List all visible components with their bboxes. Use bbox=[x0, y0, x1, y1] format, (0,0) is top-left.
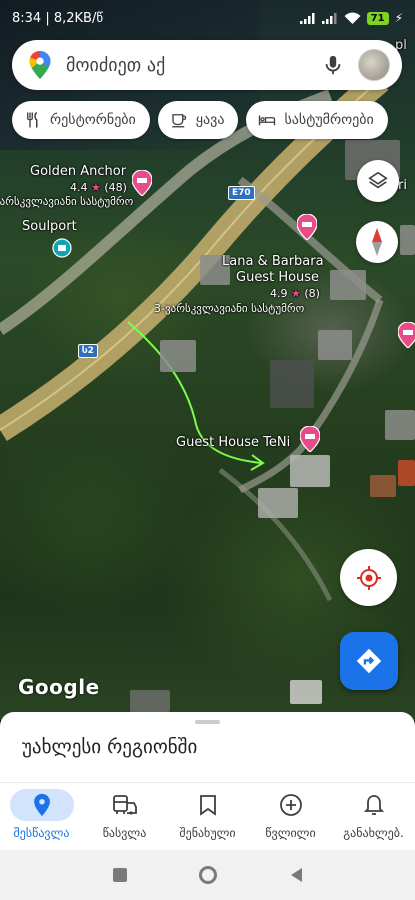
building bbox=[290, 455, 330, 487]
building bbox=[258, 488, 298, 518]
search-placeholder[interactable]: მოიძიეთ აქ bbox=[66, 55, 322, 76]
hotel-pin-icon[interactable] bbox=[300, 426, 320, 452]
place-label-lana-barbara[interactable]: Lana & Barbara bbox=[222, 254, 324, 270]
compass-button[interactable] bbox=[356, 221, 398, 263]
google-logo: Google bbox=[18, 675, 100, 699]
signal-icon bbox=[321, 13, 337, 24]
hotel-pin-icon[interactable] bbox=[132, 170, 152, 196]
coffee-cup-icon bbox=[172, 114, 186, 128]
microphone-icon[interactable] bbox=[322, 54, 344, 76]
nav-saved[interactable]: შენახული bbox=[166, 783, 249, 850]
system-nav-bar bbox=[0, 850, 415, 900]
charging-icon: ⚡ bbox=[394, 11, 403, 25]
my-location-button[interactable] bbox=[340, 549, 397, 606]
chip-label: რესტორნები bbox=[50, 112, 136, 128]
place-name: Golden Anchor bbox=[30, 164, 127, 179]
star-icon: ★ bbox=[291, 287, 301, 300]
building bbox=[330, 270, 366, 300]
place-label-soulport[interactable]: Soulport bbox=[22, 219, 77, 235]
chip-restaurants[interactable]: რესტორნები bbox=[12, 101, 150, 139]
status-separator: | bbox=[45, 10, 54, 26]
chip-label: ყავა bbox=[195, 112, 225, 128]
sheet-title: უახლესი რეგიონში bbox=[22, 736, 198, 758]
nav-icon-wrap bbox=[176, 789, 240, 821]
nav-icon-wrap bbox=[342, 789, 406, 821]
bed-icon bbox=[259, 115, 276, 126]
nav-label: წასვლა bbox=[102, 826, 147, 840]
edge-label: ri bbox=[398, 178, 407, 193]
status-right: 71 ⚡ bbox=[299, 11, 403, 25]
building bbox=[398, 460, 415, 486]
nav-label: განახლებ. bbox=[343, 826, 404, 840]
building bbox=[370, 475, 396, 497]
place-type: 3-ვარსკვლავიანი სასტუმრო bbox=[154, 302, 305, 315]
bookmark-icon bbox=[199, 795, 216, 816]
home-button[interactable] bbox=[198, 866, 217, 884]
search-bar[interactable]: მოიძიეთ აქ bbox=[12, 40, 402, 90]
building bbox=[160, 340, 196, 372]
hotel-pin-icon[interactable] bbox=[297, 214, 317, 240]
add-circle-icon bbox=[279, 794, 302, 816]
rating-value: 4.4 bbox=[70, 181, 88, 194]
road-shield-s2: Ⴑ2 bbox=[78, 344, 98, 358]
directions-button[interactable] bbox=[340, 632, 398, 690]
road-shield-e70: E70 bbox=[228, 186, 255, 200]
bell-icon bbox=[363, 795, 384, 815]
place-name-line2: Guest House bbox=[236, 270, 320, 285]
poi-pin-icon[interactable] bbox=[52, 238, 72, 260]
building bbox=[400, 225, 415, 255]
building bbox=[290, 680, 322, 704]
place-label-golden-anchor[interactable]: Golden Anchor bbox=[30, 164, 126, 180]
bottom-sheet[interactable]: უახლესი რეგიონში bbox=[0, 712, 415, 782]
sheet-drag-handle[interactable] bbox=[195, 720, 220, 724]
fork-knife-icon bbox=[27, 111, 38, 128]
status-bar: 8:34 | 8,2KB/წ 71 ⚡ bbox=[0, 0, 415, 36]
chip-coffee[interactable]: ყავა bbox=[157, 101, 239, 139]
layers-icon bbox=[368, 171, 388, 189]
layers-button[interactable] bbox=[357, 160, 399, 202]
nav-icon-wrap bbox=[9, 789, 74, 821]
chip-label: სასტუმროები bbox=[284, 112, 374, 128]
building bbox=[270, 360, 314, 408]
nav-icon-wrap bbox=[93, 789, 157, 821]
building bbox=[385, 410, 415, 440]
bottom-nav: შესწავლა წასვლა შენახული წვლილი განახლებ… bbox=[0, 782, 415, 850]
place-name-line1: Lana & Barbara bbox=[222, 254, 324, 269]
place-label-guest-house-teni[interactable]: Guest House TeNi bbox=[176, 435, 290, 451]
avatar[interactable] bbox=[358, 49, 390, 81]
chip-hotels[interactable]: სასტუმროები bbox=[246, 101, 388, 139]
nav-label: წვლილი bbox=[265, 826, 316, 840]
explore-pin-icon bbox=[33, 793, 50, 817]
review-count: (8) bbox=[304, 287, 320, 300]
compass-icon bbox=[372, 228, 382, 256]
nav-icon-wrap bbox=[259, 789, 323, 821]
nav-go[interactable]: წასვლა bbox=[83, 783, 166, 850]
place-type: ვარსკვლავიანი სასტუმრო bbox=[0, 195, 134, 208]
recents-button[interactable] bbox=[112, 868, 127, 882]
status-left: 8:34 | 8,2KB/წ bbox=[12, 11, 103, 26]
rating-value: 4.9 bbox=[270, 287, 288, 300]
network-speed: 8,2KB/წ bbox=[53, 10, 104, 26]
battery-icon: 71 bbox=[366, 11, 389, 25]
nav-label: შენახული bbox=[179, 826, 236, 840]
back-button[interactable] bbox=[289, 867, 303, 883]
category-chips: რესტორნები ყავა სასტუმროები bbox=[12, 101, 388, 139]
building bbox=[318, 330, 352, 360]
place-rating: 4.9 ★ (8) bbox=[270, 286, 320, 302]
signal-icon bbox=[299, 13, 315, 24]
nav-explore[interactable]: შესწავლა bbox=[0, 783, 83, 850]
gps-target-icon bbox=[356, 565, 381, 590]
commute-icon bbox=[112, 795, 137, 815]
star-icon: ★ bbox=[91, 181, 101, 194]
status-time: 8:34 bbox=[12, 10, 42, 26]
google-maps-logo-icon bbox=[29, 51, 51, 79]
nav-contribute[interactable]: წვლილი bbox=[249, 783, 332, 850]
building bbox=[130, 690, 170, 712]
nav-label: შესწავლა bbox=[13, 826, 70, 840]
review-count: (48) bbox=[104, 181, 127, 194]
hotel-pin-icon[interactable] bbox=[398, 322, 415, 348]
nav-updates[interactable]: განახლებ. bbox=[332, 783, 415, 850]
wifi-icon bbox=[344, 12, 361, 24]
directions-icon bbox=[356, 648, 382, 674]
